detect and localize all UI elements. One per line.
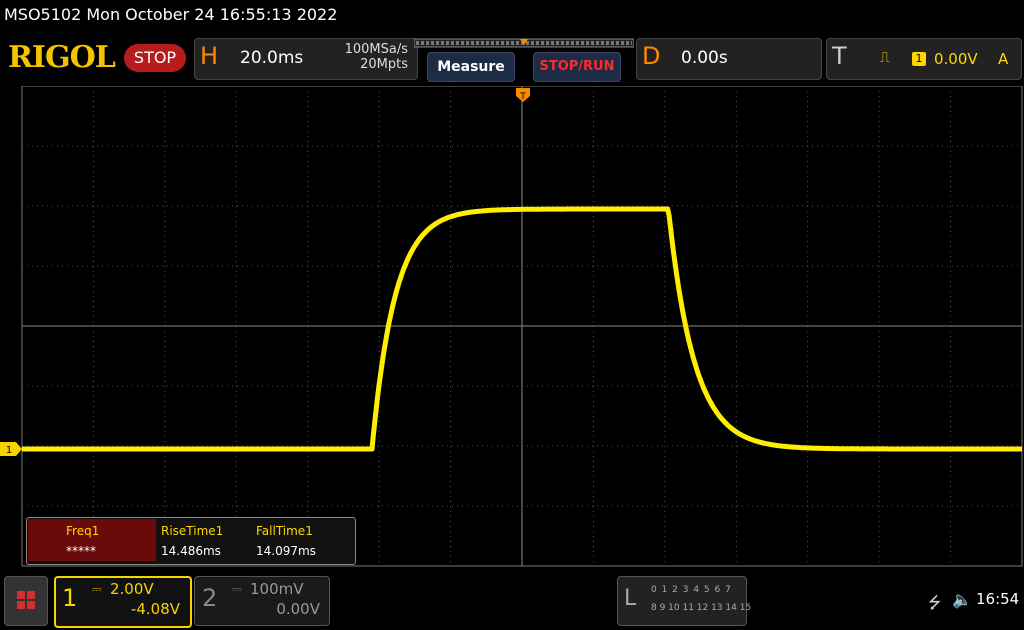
trigger-source-badge: 1 xyxy=(912,52,926,66)
trigger-mode: A xyxy=(998,50,1009,68)
measurement-name: RiseTime1 xyxy=(161,524,224,538)
delay-value: 0.00s xyxy=(681,48,728,68)
main-menu-button[interactable] xyxy=(4,576,48,626)
rising-edge-icon: ⎍ xyxy=(880,50,890,66)
channel2-offset: 0.00V xyxy=(276,600,320,618)
memory-position-bar xyxy=(414,38,634,48)
channel1-offset: -4.08V xyxy=(130,600,180,618)
logic-label: L xyxy=(624,586,637,611)
dc-coupling-icon: ⎓ xyxy=(232,582,242,596)
measure-button[interactable]: Measure xyxy=(427,52,515,82)
logic-analyzer-panel[interactable] xyxy=(617,576,747,626)
delay-panel[interactable] xyxy=(636,38,822,80)
sample-rate-info: 100MSa/s 20Mpts xyxy=(300,42,408,72)
run-state-badge[interactable]: STOP xyxy=(124,44,186,72)
grid-menu-icon xyxy=(17,591,35,609)
rigol-logo: RIGOL xyxy=(8,40,116,75)
channel2-number: 2 xyxy=(202,584,218,612)
window-title: MSO5102 Mon October 24 16:55:13 2022 xyxy=(4,5,338,24)
channel1-scale: 2.00V xyxy=(110,580,154,598)
memory-depth: 20Mpts xyxy=(360,57,408,72)
dc-coupling-icon: ⎓ xyxy=(92,582,102,596)
trigger-label: T xyxy=(832,42,847,70)
delay-label: D xyxy=(642,42,661,70)
system-clock: 16:54 xyxy=(976,590,1020,608)
measurement-value: ***** xyxy=(66,544,96,558)
timebase-value: 20.0ms xyxy=(240,48,304,68)
digital-channels-row1: 0 1 2 3 4 5 6 7 xyxy=(651,585,732,595)
horizontal-label: H xyxy=(200,42,219,70)
trigger-position-label: T xyxy=(519,92,526,102)
measurement-value: 14.486ms xyxy=(161,544,221,558)
graticule xyxy=(21,86,1023,567)
measurement-value: 14.097ms xyxy=(256,544,316,558)
channel1-ground-label: 1 xyxy=(6,445,12,456)
digital-channels-row2: 8 9 10 11 12 13 14 15 xyxy=(651,603,752,613)
channel2-scale: 100mV xyxy=(250,580,304,598)
channel1-number: 1 xyxy=(62,584,78,612)
speaker-muted-icon[interactable]: 🔈 xyxy=(952,590,972,609)
usb-icon: ⭍ xyxy=(928,593,942,612)
measurement-name: FallTime1 xyxy=(256,524,313,538)
stop-run-button[interactable]: STOP/RUN xyxy=(533,52,621,82)
waveform-display[interactable]: T 1 xyxy=(0,86,1024,570)
sample-rate: 100MSa/s xyxy=(344,42,408,57)
measurement-name: Freq1 xyxy=(66,524,100,538)
trigger-level: 0.00V xyxy=(934,50,978,68)
